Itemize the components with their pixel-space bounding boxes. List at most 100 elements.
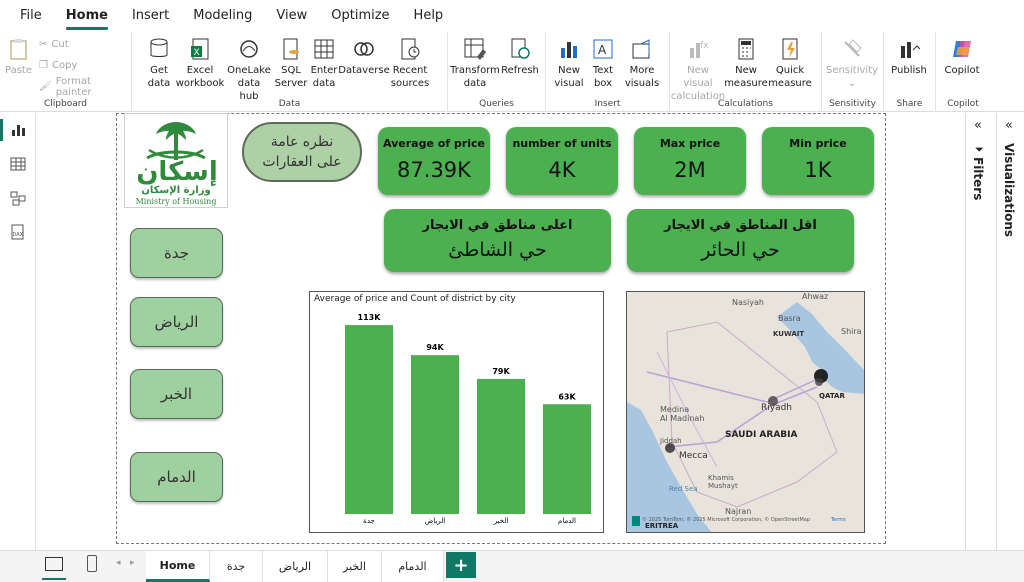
- model-view-button[interactable]: [0, 181, 36, 215]
- menu-bar: File Home Insert Modeling View Optimize …: [0, 0, 1024, 30]
- filters-pane-collapsed[interactable]: « ⏷ Filters: [966, 113, 995, 550]
- text-box-label-2: box: [593, 78, 613, 89]
- expand-visualizations-icon[interactable]: «: [1005, 118, 1013, 133]
- overview-button[interactable]: نظره عامة على العقارات: [242, 122, 362, 182]
- bar-data-label-2: 79K: [492, 367, 510, 376]
- recent-sources-icon: [398, 36, 422, 62]
- menu-view[interactable]: View: [276, 0, 323, 30]
- x-tick-label-2: الخبر: [493, 517, 509, 525]
- overview-label: نظره عامة على العقارات: [262, 134, 342, 170]
- page-tab-home[interactable]: Home: [146, 551, 210, 582]
- logo-subtitle-ar: وزارة الإسكان: [141, 185, 211, 196]
- table-view-button[interactable]: [0, 147, 36, 181]
- new-calc-label-1: New visual: [683, 65, 713, 89]
- sensitivity-group-label: Sensitivity: [829, 99, 876, 109]
- bar-2[interactable]: [477, 378, 525, 514]
- city-button-jeddah[interactable]: جدة: [130, 228, 223, 278]
- highest-rent-area-card: اعلى مناطق في الايجار حي الشاطئ: [384, 209, 611, 272]
- menu-insert[interactable]: Insert: [132, 0, 185, 30]
- map-label-medina: Medina: [660, 405, 690, 414]
- sensitivity-chevron-icon: ⌄: [847, 78, 857, 89]
- dax-query-icon: DAX: [11, 224, 24, 240]
- page-tab-jeddah[interactable]: جدة: [210, 551, 263, 582]
- format-painter-icon: 🖌: [39, 81, 52, 92]
- side-panes: « ⏷ Filters « Visualizations: [965, 113, 1024, 550]
- excel-icon: X: [188, 36, 212, 62]
- map-label-al-madinah: Al Madinah: [660, 414, 705, 423]
- city-button-khobar[interactable]: الخبر: [130, 369, 223, 419]
- table-view-icon: [10, 157, 26, 171]
- mobile-layout-icon[interactable]: [87, 555, 97, 572]
- scroll-left-icon[interactable]: ◂: [116, 558, 121, 568]
- bar-chart-icon: [557, 36, 581, 62]
- bar-3[interactable]: [543, 404, 591, 514]
- format-painter-button[interactable]: 🖌 Format painter: [39, 76, 125, 98]
- sensitivity-icon: [840, 36, 864, 62]
- x-tick-label-1: الرياض: [425, 517, 446, 525]
- page-tabs-bar: ◂ ▸ Home جدة الرياض الخبر الدمام: [0, 550, 1024, 582]
- calculations-group: fx New visual calculation New measure Quic…: [670, 32, 822, 112]
- map-label-red-sea: Red Sea: [669, 485, 698, 493]
- logo-title: إسكان: [136, 157, 218, 187]
- page-tab-riyadh[interactable]: الرياض: [263, 551, 328, 582]
- city-button-riyadh[interactable]: الرياض: [130, 297, 223, 347]
- queries-group-label: Queries: [479, 99, 514, 109]
- city-button-dammam[interactable]: الدمام: [130, 452, 223, 502]
- publish-label: Publish: [891, 65, 927, 76]
- menu-home[interactable]: Home: [65, 0, 124, 30]
- price-by-city-bar-chart[interactable]: Average of price and Count of district b…: [309, 291, 604, 533]
- map-label-nasiyah: Nasiyah: [732, 298, 764, 307]
- desktop-layout-underline: [42, 578, 66, 580]
- desktop-layout-icon[interactable]: [45, 557, 63, 571]
- menu-optimize[interactable]: Optimize: [331, 0, 405, 30]
- bar-chart-plot: 113K جدة 94K الرياض 79K الخبر 63K الدمام: [345, 313, 591, 525]
- dax-query-view-button[interactable]: DAX: [0, 215, 36, 249]
- menu-modeling[interactable]: Modeling: [193, 0, 268, 30]
- map-point-khobar[interactable]: [815, 378, 823, 386]
- bar-0[interactable]: [345, 325, 393, 514]
- page-tab-label: الخبر: [343, 560, 366, 573]
- insert-group-label: Insert: [594, 99, 621, 109]
- map-label-riyadh: Riyadh: [761, 403, 793, 413]
- view-switcher-rail: DAX: [0, 113, 36, 550]
- page-tab-khobar[interactable]: الخبر: [328, 551, 382, 582]
- kpi-card-min-price: Min price 1K: [762, 127, 874, 195]
- highest-area-value: حي الشاطئ: [448, 239, 547, 261]
- copilot-label: Copilot: [944, 65, 980, 76]
- dataverse-icon: [352, 36, 376, 62]
- ribbon: Paste ✂ Cut ❐ Copy 🖌 Format painter Clipboa…: [0, 32, 1024, 112]
- logo-subtitle-en: Ministry of Housing: [135, 197, 217, 206]
- lowest-rent-area-card: اقل المناطق في الايجار حي الحائر: [627, 209, 854, 272]
- add-page-button[interactable]: +: [446, 552, 476, 578]
- cut-button[interactable]: ✂ Cut: [39, 36, 125, 53]
- map-label-saudi-arabia: SAUDI ARABIA: [725, 430, 798, 440]
- menu-file[interactable]: File: [20, 0, 58, 30]
- database-icon: [147, 36, 171, 62]
- sensitivity-group: Sensitivity ⌄ Sensitivity: [822, 32, 884, 112]
- visual-calculation-icon: fx: [686, 36, 710, 62]
- bar-data-label-0: 113K: [358, 313, 382, 322]
- copy-button[interactable]: ❐ Copy: [39, 57, 125, 74]
- clipboard-group: Paste ✂ Cut ❐ Copy 🖌 Format painter Clipboa…: [0, 32, 132, 112]
- city-label: الخبر: [160, 385, 193, 403]
- visualizations-pane-collapsed[interactable]: « Visualizations: [996, 113, 1024, 550]
- map-terms-link[interactable]: Terms: [831, 517, 846, 523]
- kpi-card-max-price: Max price 2M: [634, 127, 746, 195]
- filter-funnel-icon: ⏷: [975, 143, 984, 156]
- report-view-button[interactable]: [0, 113, 36, 147]
- scroll-right-icon[interactable]: ▸: [130, 558, 135, 568]
- saudi-arabia-map[interactable]: Nasiyah Ahwaz Basra KUWAIT Shira QATAR R…: [626, 291, 865, 533]
- copilot-group-label: Copilot: [947, 99, 979, 109]
- map-attribution: © 2025 TomTom, © 2025 Microsoft Corporat…: [642, 517, 811, 523]
- clipboard-group-label: Clipboard: [44, 99, 87, 109]
- quick-measure-label-2: measure: [768, 78, 812, 89]
- menu-help[interactable]: Help: [414, 0, 460, 30]
- map-label-khamis: Khamis: [708, 474, 734, 482]
- enter-data-label-1: Enter: [310, 65, 338, 76]
- city-label: الدمام: [157, 468, 196, 486]
- excel-label-2: workbook: [175, 78, 225, 89]
- expand-filters-icon[interactable]: «: [974, 118, 982, 133]
- page-tab-dammam[interactable]: الدمام: [382, 551, 444, 582]
- bar-1[interactable]: [411, 355, 459, 514]
- ministry-logo: إسكان وزارة الإسكان Ministry of Housing: [124, 113, 228, 208]
